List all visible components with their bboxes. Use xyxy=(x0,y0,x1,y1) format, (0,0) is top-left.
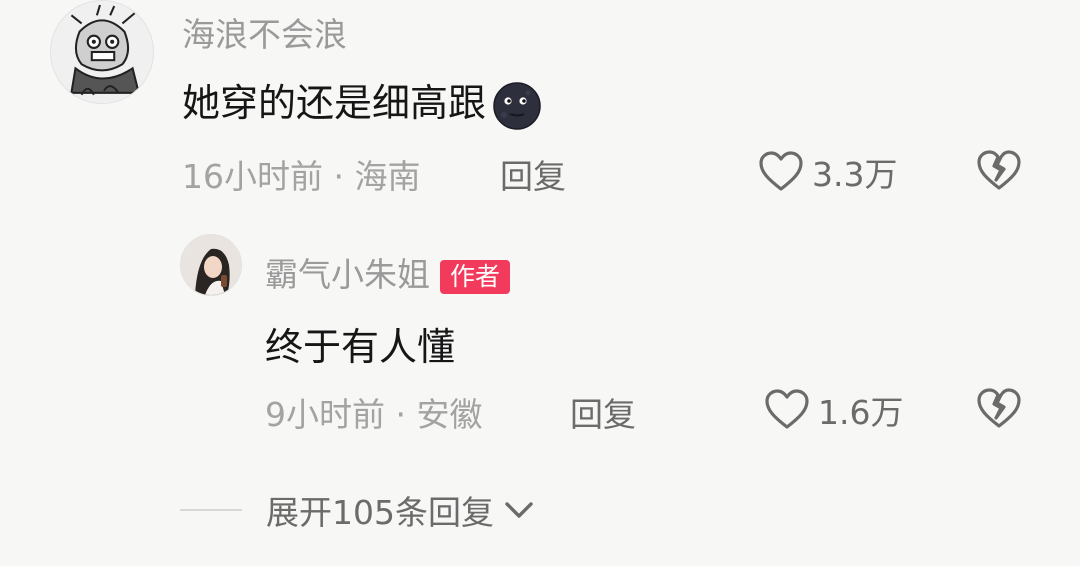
user-photo-avatar-icon xyxy=(181,235,241,295)
timestamp: 9小时前 xyxy=(265,395,385,434)
location: 安徽 xyxy=(416,395,483,434)
like-count: 3.3万 xyxy=(812,155,898,194)
avatar[interactable] xyxy=(50,0,154,104)
separator: · xyxy=(395,395,407,434)
avatar[interactable] xyxy=(180,234,242,296)
comment-thread: 海浪不会浪 她穿的还是细高跟 16小时前 · 海南 回复 3.3万 霸气小朱姐 … xyxy=(0,0,1080,566)
dislike-button[interactable] xyxy=(976,388,1022,434)
divider xyxy=(180,509,242,511)
author-badge: 作者 xyxy=(440,259,511,294)
reply-button[interactable]: 回复 xyxy=(570,388,636,436)
username[interactable]: 霸气小朱姐 xyxy=(265,255,430,294)
comment-meta: 9小时前 · 安徽 xyxy=(265,388,483,436)
like-button[interactable]: 3.3万 xyxy=(758,148,897,196)
comment-text: 她穿的还是细高跟 xyxy=(182,81,487,125)
separator: · xyxy=(333,157,345,196)
username[interactable]: 海浪不会浪 xyxy=(182,8,347,56)
dislike-button[interactable] xyxy=(976,150,1022,196)
heart-outline-icon xyxy=(765,389,809,429)
expand-replies-button[interactable]: 展开105条回复 xyxy=(180,486,536,534)
username-row: 霸气小朱姐 作者 xyxy=(265,248,511,296)
doodle-avatar-icon xyxy=(51,1,153,103)
like-count: 1.6万 xyxy=(818,393,904,432)
timestamp: 16小时前 xyxy=(182,157,323,196)
reply-button[interactable]: 回复 xyxy=(500,150,566,198)
heart-outline-icon xyxy=(759,151,803,191)
comment-text-row: 她穿的还是细高跟 xyxy=(182,72,542,131)
broken-heart-icon xyxy=(977,388,1021,428)
reply-item: 霸气小朱姐 作者 终于有人懂 9小时前 · 安徽 回复 1.6万 xyxy=(0,220,1080,440)
expand-replies-label: 展开105条回复 xyxy=(266,493,494,532)
new-moon-face-icon xyxy=(493,81,541,130)
comment-item: 海浪不会浪 她穿的还是细高跟 16小时前 · 海南 回复 3.3万 xyxy=(0,0,1080,200)
chevron-down-icon xyxy=(505,502,533,518)
reply-text: 终于有人懂 xyxy=(265,325,456,369)
broken-heart-icon xyxy=(977,150,1021,190)
comment-meta: 16小时前 · 海南 xyxy=(182,150,421,198)
location: 海南 xyxy=(354,157,421,196)
like-button[interactable]: 1.6万 xyxy=(764,386,903,434)
